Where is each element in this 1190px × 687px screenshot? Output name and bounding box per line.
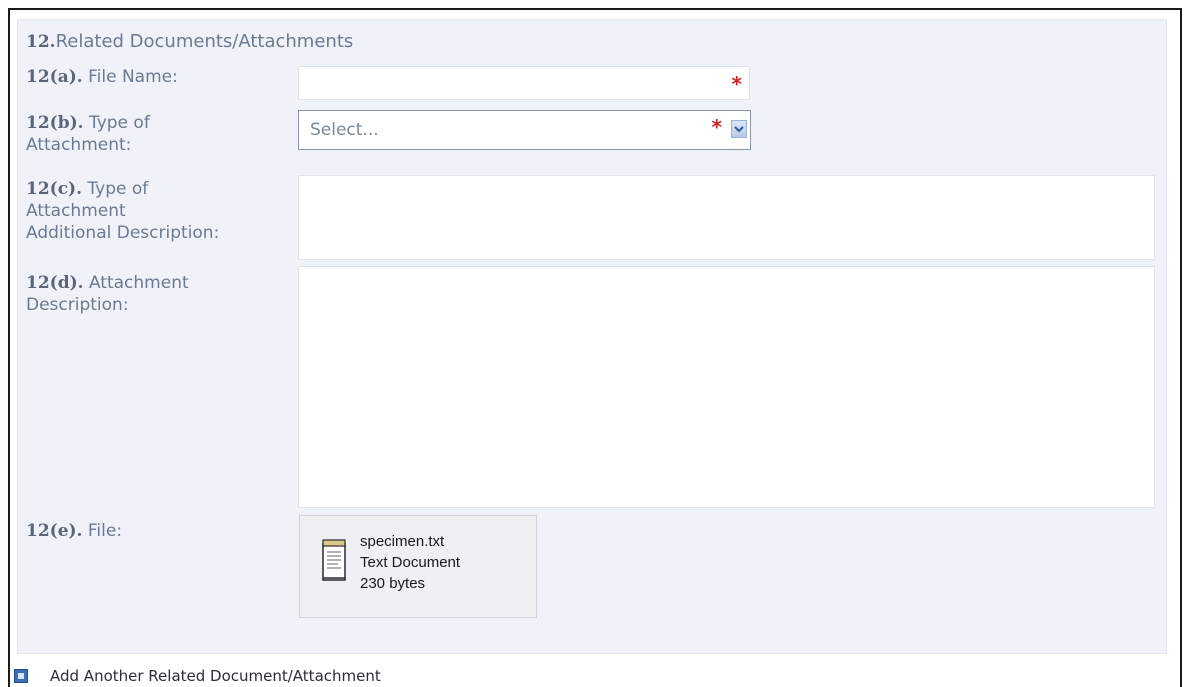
file-name: specimen.txt [360, 533, 445, 550]
section-title: 12.Related Documents/Attachments [26, 31, 353, 52]
field-label-text: Additional Description: [26, 223, 220, 243]
field-label-text: File Name: [88, 67, 178, 87]
required-marker: * [711, 115, 722, 139]
section-title-text: Related Documents/Attachments [55, 31, 354, 52]
field-number: 12(c). [26, 179, 83, 199]
file-name-label: 12(a). File Name: [26, 66, 286, 88]
field-label-text: Description: [26, 295, 129, 315]
field-number: 12(d). [26, 273, 84, 293]
type-of-attachment-select[interactable]: Select... * [298, 110, 751, 150]
section-number: 12. [26, 32, 56, 52]
field-label-text: Attachment [88, 273, 189, 293]
field-label-text: File: [87, 521, 123, 541]
file-name-input[interactable]: * [298, 66, 750, 100]
select-value: Select... [310, 120, 379, 140]
dropdown-button[interactable] [731, 120, 747, 138]
file-attachment-card[interactable]: specimen.txt Text Document 230 bytes [299, 515, 537, 618]
text-document-icon [320, 538, 348, 586]
field-label-text: Attachment [26, 201, 126, 221]
type-additional-description-label: 12(c). Type of Attachment Additional Des… [26, 178, 286, 244]
add-icon [14, 669, 28, 683]
file-label: 12(e). File: [26, 520, 286, 542]
field-label-text: Type of [87, 179, 149, 199]
required-marker: * [731, 72, 742, 96]
field-label-text: Attachment: [26, 135, 132, 155]
field-number: 12(b). [26, 113, 84, 133]
add-another-attachment-link[interactable]: Add Another Related Document/Attachment [14, 667, 381, 685]
file-type: Text Document [360, 554, 461, 571]
field-number: 12(e). [26, 521, 83, 541]
chevron-down-icon [734, 126, 744, 133]
field-number: 12(a). [26, 67, 83, 87]
field-label-text: Type of [88, 113, 150, 133]
file-size: 230 bytes [360, 575, 426, 592]
type-additional-description-input[interactable] [298, 175, 1155, 260]
attachment-description-textarea[interactable] [298, 266, 1155, 508]
attachment-description-label: 12(d). Attachment Description: [26, 272, 286, 316]
add-another-label: Add Another Related Document/Attachment [50, 667, 381, 685]
type-of-attachment-label: 12(b). Type of Attachment: [26, 112, 286, 156]
